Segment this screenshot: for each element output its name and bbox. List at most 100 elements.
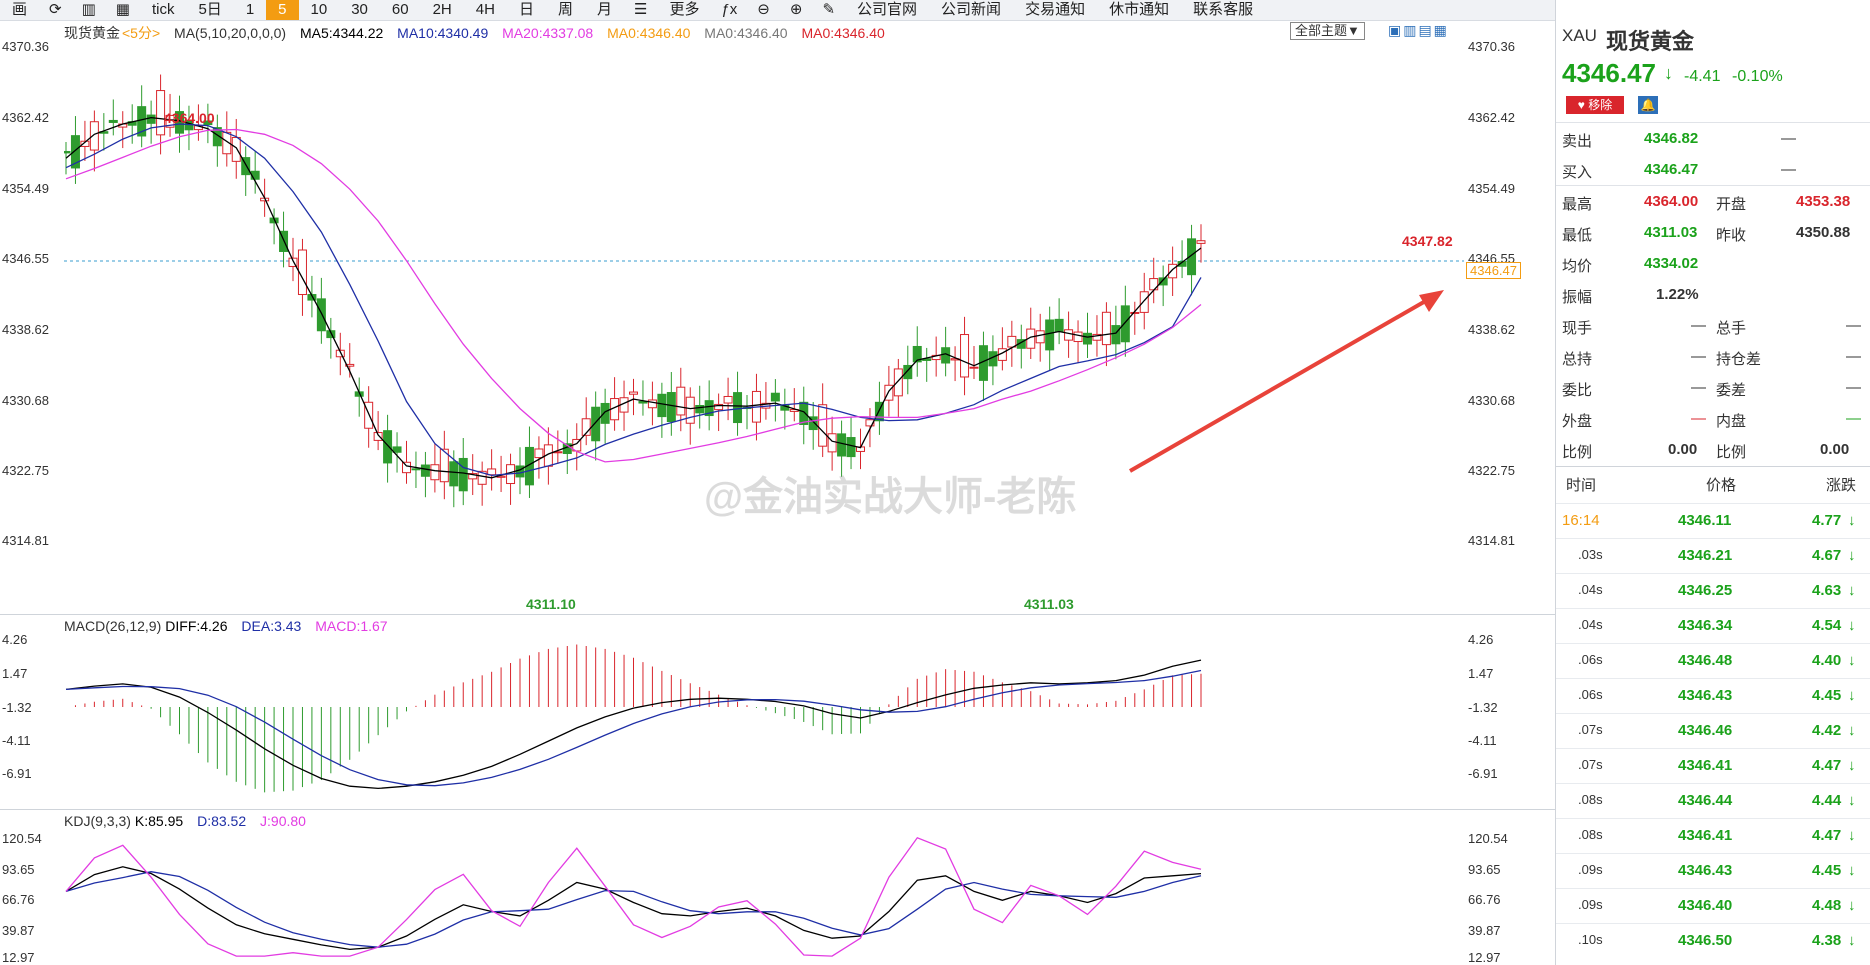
tick-row: .08s 4346.41 4.47 ↓ (1556, 818, 1870, 853)
kdj-axis-right-1: 93.65 (1468, 862, 1501, 877)
period-month[interactable]: 月 (585, 0, 624, 20)
sell-label: 卖出 (1562, 133, 1593, 150)
kdj-axis-left-2: 66.76 (2, 892, 35, 907)
menu-icon[interactable]: ☰ (624, 0, 657, 20)
zoom-out-icon[interactable]: ⊖ (747, 0, 780, 20)
draw-pen-icon[interactable]: ✎ (812, 0, 845, 20)
wc-value: — (1846, 379, 1861, 396)
tick-row: .07s 4346.41 4.47 ↓ (1556, 748, 1870, 783)
period-5m[interactable]: 5 (266, 0, 299, 20)
tick-price: 4346.34 (1678, 617, 1733, 634)
link-support[interactable]: 联系客服 (1181, 0, 1265, 20)
wb-row: 委比 — 委差 — (1556, 373, 1870, 403)
toolbar: 画 ⟳ ▥ ▦ tick 5日 1 5 10 30 60 2H 4H 日 周 月… (0, 0, 1555, 21)
period-1m[interactable]: 1 (234, 0, 266, 20)
down-arrow-icon: ↓ (1848, 757, 1856, 774)
prev-close-value: 4350.88 (1796, 224, 1851, 241)
macd-value: MACD:1.67 (315, 618, 388, 634)
down-arrow-icon: ↓ (1848, 687, 1856, 704)
macd-bars (74, 644, 1202, 793)
tick-row: .06s 4346.43 4.45 ↓ (1556, 678, 1870, 713)
out-label: 外盘 (1562, 413, 1593, 430)
kdj-setting[interactable]: KDJ(9,3,3) (64, 813, 131, 829)
macd-axis-right-2: -1.32 (1468, 700, 1498, 715)
down-arrow-icon: ↓ (1848, 582, 1856, 599)
link-trade-notice[interactable]: 交易通知 (1013, 0, 1097, 20)
candle-body (666, 392, 676, 423)
period-2h[interactable]: 2H (421, 0, 464, 20)
period-4h[interactable]: 4H (464, 0, 507, 20)
kdj-axis-left-4: 12.97 (2, 950, 35, 965)
buy-label: 买入 (1562, 164, 1593, 181)
low-value: 4311.03 (1644, 224, 1698, 241)
price-chart[interactable]: 4364.00 4311.10 4311.03 4347.82 @金油实战大师-… (64, 20, 1464, 610)
high-annotation: 4364.00 (164, 110, 215, 126)
tick-row: .10s 4346.50 4.38 ↓ (1556, 923, 1870, 958)
period-60m[interactable]: 60 (380, 0, 421, 20)
kdj-axis-right-4: 12.97 (1468, 950, 1501, 965)
tick-change: 4.45 (1812, 687, 1842, 704)
formula-icon[interactable]: ƒx (711, 0, 747, 20)
watermark: @金油实战大师-老陈 (704, 474, 1076, 519)
price-axis-left-4: 4338.62 (2, 322, 49, 337)
bell-icon[interactable]: 🔔 (1638, 96, 1658, 114)
period-10m[interactable]: 10 (299, 0, 340, 20)
ratio1-value: 0.00 (1668, 441, 1698, 458)
candle-body (770, 392, 780, 402)
macd-setting[interactable]: MACD(26,12,9) (64, 618, 161, 634)
tick-time: .07s (1578, 757, 1603, 772)
tick-time: .09s (1578, 897, 1603, 912)
period-week[interactable]: 周 (546, 0, 585, 20)
macd-axis-right-4: -6.91 (1468, 766, 1498, 781)
zoom-in-icon[interactable]: ⊕ (780, 0, 813, 20)
low-label: 最低 (1562, 227, 1593, 244)
recent-high-annotation: 4347.82 (1402, 233, 1453, 249)
chart-type-icon[interactable]: ▥ (72, 0, 106, 20)
macd-axis-left-3: -4.11 (2, 733, 31, 748)
tick-price: 4346.46 (1678, 722, 1733, 739)
amp-value: 1.22% (1656, 286, 1699, 303)
candle-body (1073, 331, 1083, 343)
period-30m[interactable]: 30 (339, 0, 380, 20)
refresh-icon[interactable]: ⟳ (39, 0, 72, 20)
link-company-news[interactable]: 公司新闻 (929, 0, 1013, 20)
tick-price: 4346.41 (1678, 757, 1733, 774)
buy-row: 买入 4346.47 — (1556, 155, 1870, 185)
candle-body (591, 406, 601, 442)
kdj-axis-left-0: 120.54 (2, 831, 42, 846)
link-official-site[interactable]: 公司官网 (845, 0, 929, 20)
tick-change: 4.47 (1812, 827, 1842, 844)
tick-time: .08s (1578, 827, 1603, 842)
tick-row: .09s 4346.43 4.45 ↓ (1556, 853, 1870, 888)
price-axis-right-4: 4338.62 (1468, 322, 1515, 337)
tick-time: .08s (1578, 792, 1603, 807)
candle-icon[interactable]: ▦ (106, 0, 140, 20)
candle-body (893, 368, 903, 397)
candle-body (402, 461, 411, 474)
tick-change: 4.48 (1812, 897, 1842, 914)
remove-watchlist-button[interactable]: ♥ 移除 (1566, 96, 1624, 114)
price-axis-right-0: 4370.36 (1468, 39, 1515, 54)
link-market-closed[interactable]: 休市通知 (1097, 0, 1181, 20)
macd-chart[interactable] (64, 635, 1464, 805)
tick-price: 4346.40 (1678, 897, 1733, 914)
tick-row: .09s 4346.40 4.48 ↓ (1556, 888, 1870, 923)
candle-body (600, 402, 610, 424)
candle-body (1045, 319, 1055, 351)
amp-label: 振幅 (1562, 289, 1593, 306)
price-axis-left-7: 4314.81 (2, 533, 49, 548)
period-5d[interactable]: 5日 (186, 0, 233, 20)
more-button[interactable]: 更多 (657, 0, 711, 20)
period-day[interactable]: 日 (507, 0, 546, 20)
chart-area[interactable]: 现货黄金 <5分> MA(5,10,20,0,0,0) MA5:4344.22 M… (0, 20, 1555, 965)
down-arrow-icon: ↓ (1848, 897, 1856, 914)
kdj-chart[interactable] (64, 830, 1464, 965)
wb-value: — (1691, 379, 1706, 396)
high-value: 4364.00 (1644, 193, 1699, 210)
candles (64, 74, 1206, 508)
ticks-header-time: 时间 (1566, 477, 1597, 494)
high-open-row: 最高 4364.00 开盘 4353.38 (1556, 187, 1870, 217)
period-tick[interactable]: tick (140, 0, 187, 20)
ticks-header: 时间 价格 涨跌 (1556, 468, 1870, 498)
tick-row: .08s 4346.44 4.44 ↓ (1556, 783, 1870, 818)
